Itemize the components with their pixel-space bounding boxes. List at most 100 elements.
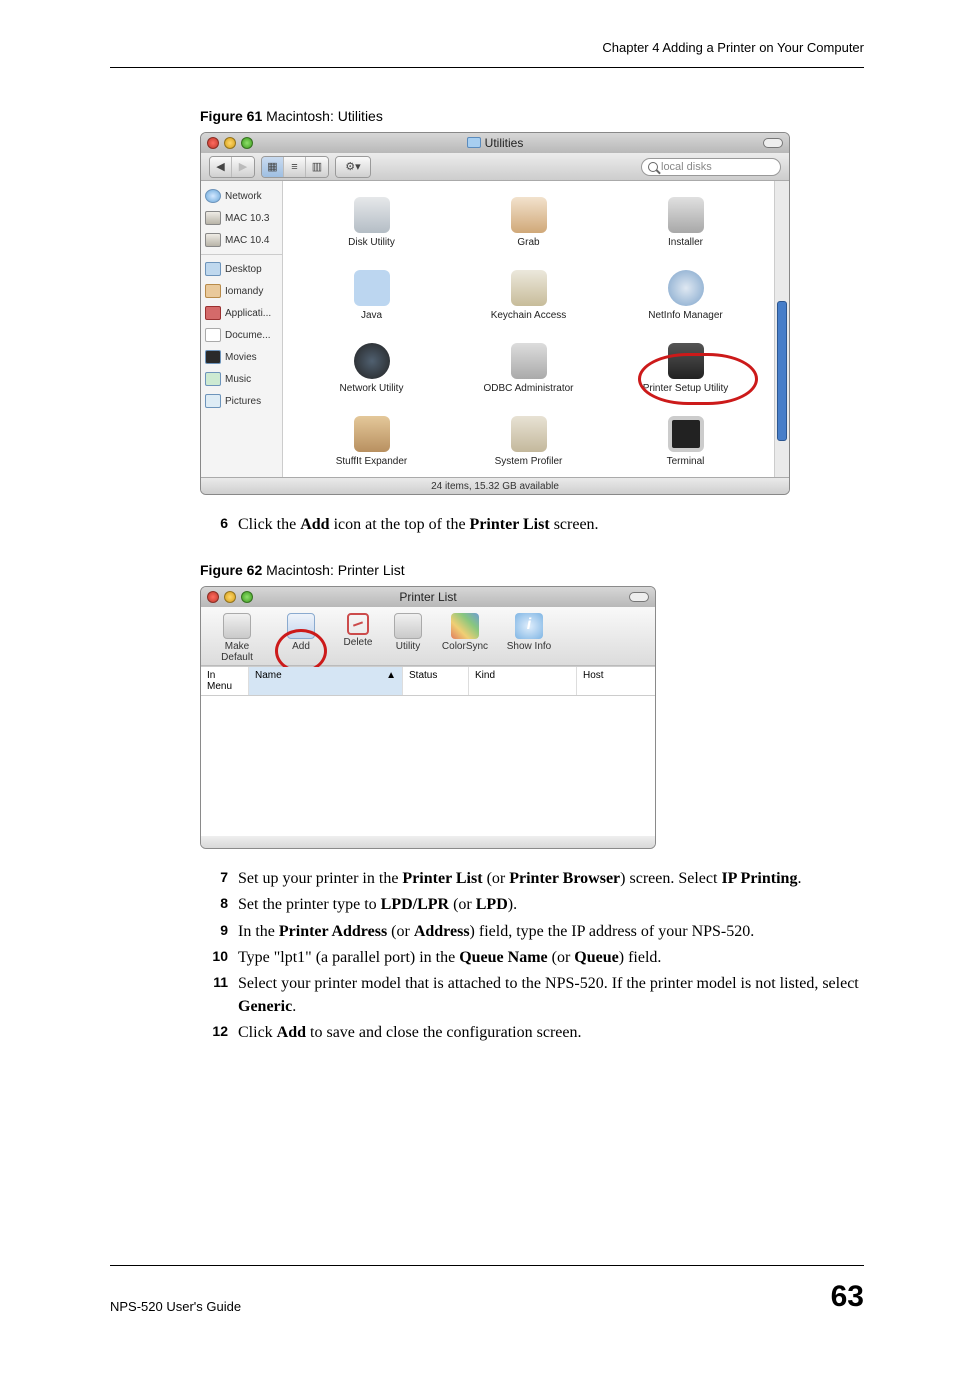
col-status[interactable]: Status bbox=[403, 667, 469, 695]
back-button[interactable]: ◀ bbox=[210, 157, 232, 177]
sidebar-label: Music bbox=[225, 374, 251, 385]
view-group: ▦ ≡ ▥ bbox=[261, 156, 329, 178]
sidebar-item-movies[interactable]: Movies bbox=[201, 346, 282, 368]
sidebar-item-docs[interactable]: Docume... bbox=[201, 324, 282, 346]
col-host[interactable]: Host bbox=[577, 667, 655, 695]
installer-icon bbox=[668, 197, 704, 233]
make-default-button[interactable]: Make Default bbox=[209, 613, 265, 663]
sidebar-separator bbox=[201, 254, 282, 255]
app-system-profiler[interactable]: System Profiler bbox=[450, 416, 607, 467]
plist-resize[interactable] bbox=[201, 836, 655, 848]
col-inmenu[interactable]: In Menu bbox=[201, 667, 249, 695]
column-view-button[interactable]: ▥ bbox=[306, 157, 328, 177]
app-odbc[interactable]: ODBC Administrator bbox=[450, 343, 607, 394]
search-icon bbox=[648, 162, 658, 172]
app-label: NetInfo Manager bbox=[648, 310, 723, 321]
step-8: 8 Set the printer type to LPD/LPR (or LP… bbox=[210, 893, 864, 916]
colorsync-button[interactable]: ColorSync bbox=[437, 613, 493, 663]
utility-button[interactable]: Utility bbox=[387, 613, 429, 663]
app-label: ODBC Administrator bbox=[483, 383, 573, 394]
sidebar-label: MAC 10.4 bbox=[225, 235, 269, 246]
step-text: In the Printer Address (or Address) fiel… bbox=[238, 920, 864, 943]
step-number: 11 bbox=[210, 974, 228, 1018]
sidebar-item-apps[interactable]: Applicati... bbox=[201, 302, 282, 324]
app-stuffit[interactable]: StuffIt Expander bbox=[293, 416, 450, 467]
disk-utility-icon bbox=[354, 197, 390, 233]
list-view-button[interactable]: ≡ bbox=[284, 157, 306, 177]
plist-body bbox=[201, 696, 655, 836]
sort-asc-icon: ▲ bbox=[386, 670, 396, 681]
sidebar-item-pictures[interactable]: Pictures bbox=[201, 390, 282, 412]
step-text: Set the printer type to LPD/LPR (or LPD)… bbox=[238, 893, 864, 916]
toolbar-label: ColorSync bbox=[442, 641, 488, 652]
documents-icon bbox=[205, 328, 221, 342]
plist-titlebar: Printer List bbox=[201, 587, 655, 607]
sidebar-item-music[interactable]: Music bbox=[201, 368, 282, 390]
app-label: StuffIt Expander bbox=[336, 456, 408, 467]
terminal-icon bbox=[668, 416, 704, 452]
step-10: 10 Type "lpt1" (a parallel port) in the … bbox=[210, 946, 864, 969]
window-title-text: Utilities bbox=[485, 136, 524, 150]
figure61-title: Macintosh: Utilities bbox=[262, 108, 383, 124]
sidebar-label: Network bbox=[225, 191, 262, 202]
step-11: 11 Select your printer model that is att… bbox=[210, 972, 864, 1018]
app-keychain[interactable]: Keychain Access bbox=[450, 270, 607, 321]
app-network-utility[interactable]: Network Utility bbox=[293, 343, 450, 394]
footer-guide: NPS-520 User's Guide bbox=[110, 1299, 241, 1314]
finder-window: Utilities ◀ ▶ ▦ ≡ ▥ ⚙▾ local disks Ne bbox=[200, 132, 790, 495]
printer-icon bbox=[223, 613, 251, 639]
col-name[interactable]: Name▲ bbox=[249, 667, 403, 695]
sidebar-item-disk2[interactable]: MAC 10.4 bbox=[201, 229, 282, 251]
scrollbar-thumb[interactable] bbox=[777, 301, 787, 441]
col-kind[interactable]: Kind bbox=[469, 667, 577, 695]
show-info-button[interactable]: Show Info bbox=[501, 613, 557, 663]
figure62-caption: Figure 62 Macintosh: Printer List bbox=[200, 562, 864, 578]
scrollbar[interactable] bbox=[774, 181, 789, 477]
app-label: Installer bbox=[668, 237, 703, 248]
app-disk-utility[interactable]: Disk Utility bbox=[293, 197, 450, 248]
step-text: Click the Add icon at the top of the Pri… bbox=[238, 513, 864, 536]
sidebar-item-home[interactable]: Iomandy bbox=[201, 280, 282, 302]
step-number: 8 bbox=[210, 895, 228, 916]
disk-icon bbox=[205, 211, 221, 225]
figure62-num: Figure 62 bbox=[200, 562, 262, 578]
printer-list-window: Printer List Make Default Add Delete Uti… bbox=[200, 586, 656, 849]
sidebar-label: Docume... bbox=[225, 330, 271, 341]
figure62-title: Macintosh: Printer List bbox=[262, 562, 404, 578]
icon-view-button[interactable]: ▦ bbox=[262, 157, 284, 177]
keychain-icon bbox=[511, 270, 547, 306]
sidebar-item-disk1[interactable]: MAC 10.3 bbox=[201, 207, 282, 229]
sidebar-label: Movies bbox=[225, 352, 257, 363]
step-number: 6 bbox=[210, 515, 228, 536]
icon-grid: Disk Utility Grab Installer Java Keychai… bbox=[283, 181, 774, 477]
app-label: Java bbox=[361, 310, 382, 321]
search-input[interactable]: local disks bbox=[641, 158, 781, 176]
sidebar: Network MAC 10.3 MAC 10.4 Desktop Iomand… bbox=[201, 181, 283, 477]
odbc-icon bbox=[511, 343, 547, 379]
sidebar-item-network[interactable]: Network bbox=[201, 185, 282, 207]
app-label: Disk Utility bbox=[348, 237, 395, 248]
sidebar-label: Desktop bbox=[225, 264, 262, 275]
app-installer[interactable]: Installer bbox=[607, 197, 764, 248]
app-terminal[interactable]: Terminal bbox=[607, 416, 764, 467]
sidebar-label: Iomandy bbox=[225, 286, 263, 297]
step-12: 12 Click Add to save and close the confi… bbox=[210, 1021, 864, 1044]
finder-toolbar: ◀ ▶ ▦ ≡ ▥ ⚙▾ local disks bbox=[201, 153, 789, 181]
toolbar-label: Utility bbox=[396, 641, 420, 652]
action-button[interactable]: ⚙▾ bbox=[336, 157, 370, 177]
movies-icon bbox=[205, 350, 221, 364]
delete-button[interactable]: Delete bbox=[337, 613, 379, 663]
step-text: Type "lpt1" (a parallel port) in the Que… bbox=[238, 946, 864, 969]
nav-group: ◀ ▶ bbox=[209, 156, 255, 178]
sidebar-item-desktop[interactable]: Desktop bbox=[201, 258, 282, 280]
folder-icon bbox=[467, 137, 481, 148]
forward-button[interactable]: ▶ bbox=[232, 157, 254, 177]
app-java[interactable]: Java bbox=[293, 270, 450, 321]
annotation-circle bbox=[638, 353, 758, 405]
colorsync-icon bbox=[451, 613, 479, 639]
java-icon bbox=[354, 270, 390, 306]
app-grab[interactable]: Grab bbox=[450, 197, 607, 248]
finder-body: Network MAC 10.3 MAC 10.4 Desktop Iomand… bbox=[201, 181, 789, 477]
sidebar-label: MAC 10.3 bbox=[225, 213, 269, 224]
app-netinfo[interactable]: NetInfo Manager bbox=[607, 270, 764, 321]
